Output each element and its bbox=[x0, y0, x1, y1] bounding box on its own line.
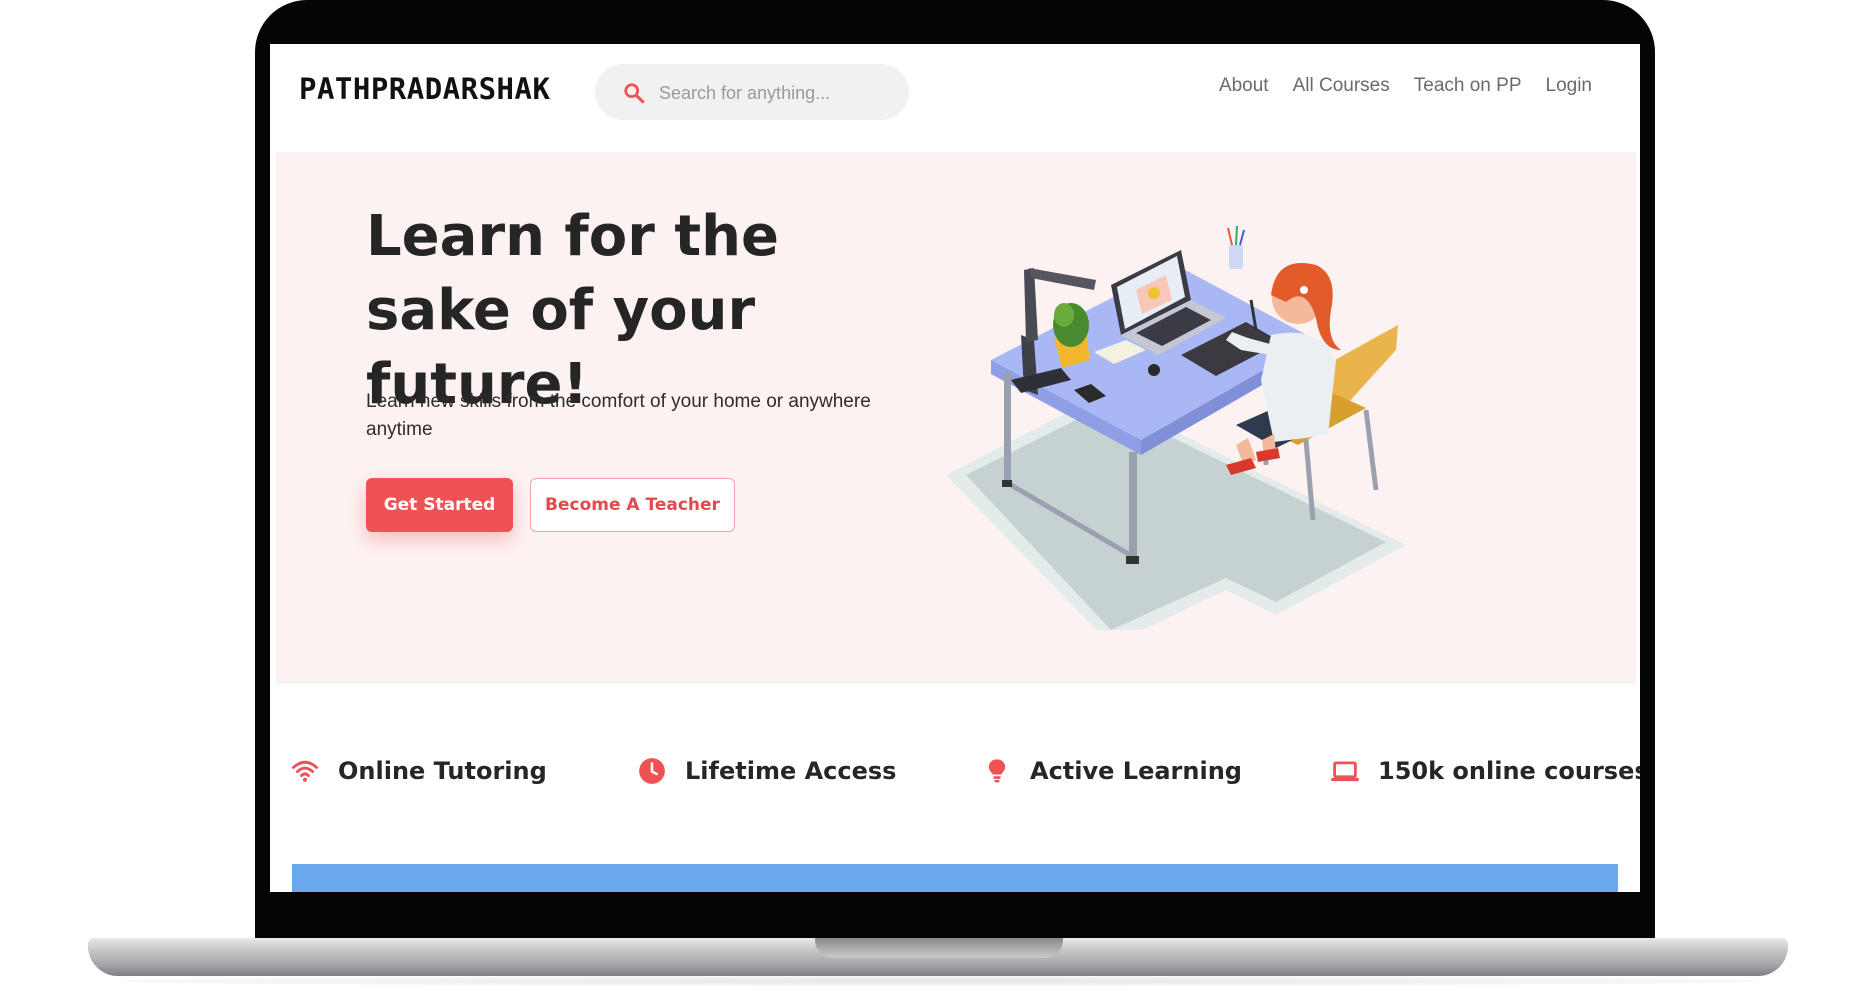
laptop-shadow bbox=[120, 976, 1760, 986]
feature-active-learning: Active Learning bbox=[982, 756, 1242, 786]
feature-label: Active Learning bbox=[1030, 757, 1242, 785]
feature-strip: Online Tutoring Lifetime Access Active L… bbox=[270, 756, 1640, 816]
wifi-icon bbox=[290, 756, 320, 786]
nav-links: About All Courses Teach on PP Login bbox=[1219, 75, 1592, 97]
feature-lifetime-access: Lifetime Access bbox=[637, 756, 896, 786]
lightbulb-icon bbox=[982, 756, 1012, 786]
feature-label: Lifetime Access bbox=[685, 757, 897, 785]
woman-at-desk-illustration bbox=[946, 225, 1406, 630]
search-input[interactable] bbox=[657, 76, 901, 110]
nav-link-teach[interactable]: Teach on PP bbox=[1414, 75, 1522, 97]
search-bar[interactable] bbox=[595, 64, 909, 120]
laptop-screen: PATHPRADARSHAK About All Courses Teach o… bbox=[270, 44, 1640, 892]
nav-link-login[interactable]: Login bbox=[1546, 75, 1593, 97]
feature-label: 150k online courses bbox=[1378, 757, 1640, 785]
hero-subtitle: Learn new skills from the comfort of you… bbox=[366, 391, 871, 440]
nav-link-about[interactable]: About bbox=[1219, 75, 1269, 97]
get-started-button[interactable]: Get Started bbox=[366, 478, 513, 532]
nav-link-all-courses[interactable]: All Courses bbox=[1293, 75, 1390, 97]
navbar: PATHPRADARSHAK About All Courses Teach o… bbox=[270, 44, 1640, 152]
clock-icon bbox=[637, 756, 667, 786]
feature-label: Online Tutoring bbox=[338, 757, 547, 785]
next-section-banner bbox=[292, 864, 1618, 892]
feature-online-courses: 150k online courses bbox=[1330, 756, 1640, 786]
laptop-notch bbox=[815, 938, 1063, 958]
feature-online-tutoring: Online Tutoring bbox=[290, 756, 547, 786]
become-teacher-button[interactable]: Become A Teacher bbox=[530, 478, 735, 532]
search-icon bbox=[624, 83, 645, 104]
hero-section: Learn for the sake of your future! Learn… bbox=[276, 152, 1636, 683]
laptop-icon bbox=[1330, 756, 1360, 786]
brand-logo[interactable]: PATHPRADARSHAK bbox=[299, 72, 550, 106]
